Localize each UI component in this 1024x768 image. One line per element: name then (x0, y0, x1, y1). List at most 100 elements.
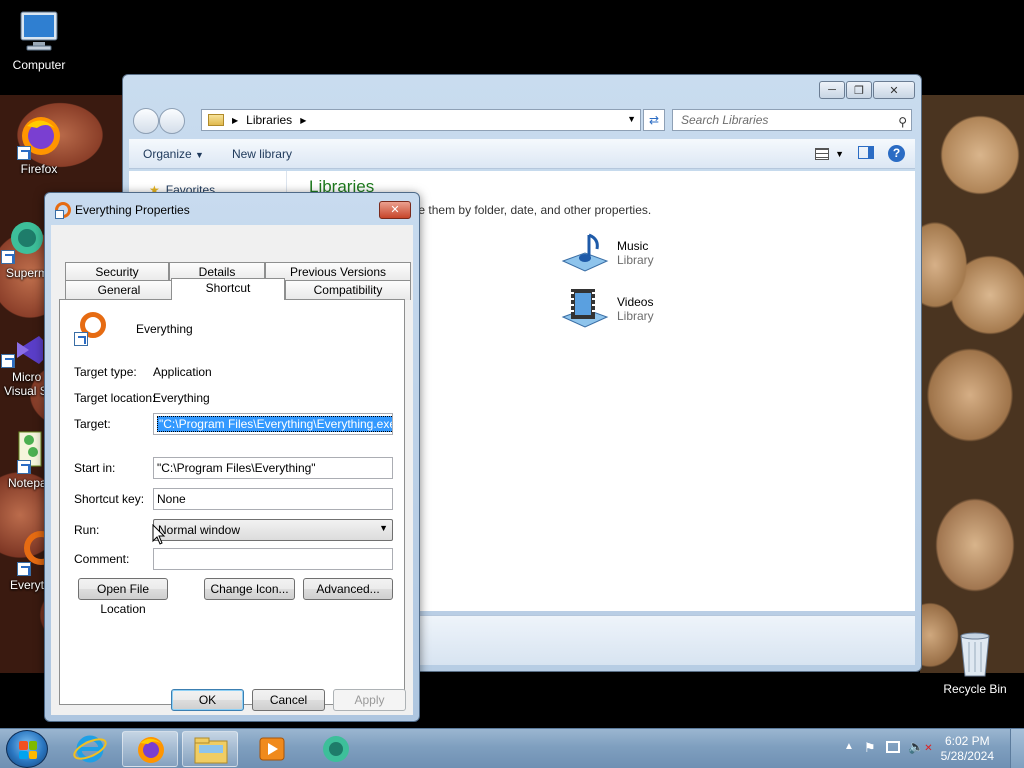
libraries-folder-icon (208, 114, 224, 126)
preview-pane-button[interactable] (858, 145, 874, 162)
run-select[interactable]: Normal window ▼ (153, 519, 393, 541)
folder-icon (194, 737, 228, 764)
shortcut-arrow-icon (17, 460, 31, 474)
taskbar-firefox[interactable] (122, 731, 178, 767)
music-library-icon (561, 231, 609, 275)
internet-explorer-icon (73, 735, 107, 763)
search-input[interactable]: Search Libraries ⚲ (672, 109, 912, 131)
organize-label: Organize (143, 146, 192, 161)
change-icon-button[interactable]: Change Icon... (204, 578, 295, 600)
desktop-icon-label: Firefox (20, 162, 58, 176)
advanced-button[interactable]: Advanced... (303, 578, 393, 600)
clock-time: 6:02 PM (944, 734, 990, 748)
navigation-bar: ▶ Libraries ▶ ▼ ⇄ Search Libraries ⚲ (131, 107, 913, 134)
shortcut-key-label: Shortcut key: (74, 492, 145, 506)
apply-button[interactable]: Apply (333, 689, 406, 711)
action-center-flag-icon[interactable]: ⚑ (864, 740, 876, 756)
forward-button[interactable] (159, 108, 185, 134)
start-button[interactable] (6, 730, 48, 768)
desktop-icon-computer[interactable]: Computer (0, 8, 78, 72)
refresh-button[interactable]: ⇄ (643, 109, 665, 131)
desktop-icon-firefox[interactable]: Firefox (0, 112, 78, 176)
target-value: "C:\Program Files\Everything\Everything.… (157, 416, 392, 432)
shortcut-arrow-icon (17, 562, 31, 576)
shortcut-key-value: None (157, 492, 186, 506)
windows-logo-icon (19, 741, 37, 759)
taskbar-superm[interactable] (306, 731, 362, 767)
organize-menu[interactable]: Organize ▼ (129, 147, 218, 161)
library-item-text: Videos Library (617, 295, 654, 323)
everything-app-icon (55, 202, 71, 219)
breadcrumb-libraries[interactable]: Libraries (246, 113, 292, 127)
target-label: Target: (74, 417, 111, 431)
library-item-text: Music Library (617, 239, 654, 267)
close-icon: ✕ (390, 204, 400, 216)
clock-date: 5/28/2024 (940, 749, 994, 763)
start-in-field[interactable]: "C:\Program Files\Everything" (153, 457, 393, 479)
superm-icon (0, 216, 47, 264)
refresh-icon: ⇄ (648, 113, 660, 127)
desktop-icon-recycle-bin[interactable]: Recycle Bin (936, 628, 1014, 696)
search-icon: ⚲ (898, 115, 907, 129)
separator (74, 352, 392, 353)
open-file-location-button[interactable]: Open File Location (78, 578, 168, 616)
taskbar-internet-explorer[interactable] (62, 731, 118, 767)
recycle-bin-icon (951, 628, 999, 680)
taskbar-windows-explorer[interactable] (182, 731, 238, 767)
library-item-videos[interactable]: Videos Library (561, 287, 654, 331)
desktop-icon-label: Recycle Bin (943, 682, 1007, 696)
tab-general[interactable]: General (65, 280, 173, 300)
tab-compatibility[interactable]: Compatibility (285, 280, 411, 300)
network-icon[interactable] (886, 741, 900, 753)
maximize-button[interactable]: ❐ (846, 81, 872, 99)
change-view-button[interactable]: ▼ (815, 147, 844, 160)
cancel-button[interactable]: Cancel (252, 689, 325, 711)
tab-shortcut[interactable]: Shortcut (171, 278, 285, 300)
logo-red (19, 741, 28, 750)
shortcut-name: Everything (136, 322, 193, 336)
button-label: Change Icon... (210, 582, 289, 596)
tab-security[interactable]: Security (65, 262, 169, 282)
shortcut-arrow-icon (17, 146, 31, 160)
help-button[interactable]: ? (888, 145, 905, 162)
dialog-close-button[interactable]: ✕ (379, 201, 411, 219)
back-button[interactable] (133, 108, 159, 134)
tab-previous-versions[interactable]: Previous Versions (265, 262, 411, 282)
library-item-name: Music (617, 239, 649, 253)
address-bar[interactable]: ▶ Libraries ▶ ▼ (201, 109, 641, 131)
breadcrumb-arrow-icon[interactable]: ▶ (300, 116, 306, 125)
firefox-icon (138, 737, 164, 763)
clock[interactable]: 6:02 PM 5/28/2024 (941, 734, 994, 764)
logo-yellow (28, 750, 37, 759)
new-library-button[interactable]: New library (218, 147, 306, 161)
system-tray: ▲ ⚑ 🔈✕ 6:02 PM 5/28/2024 (844, 729, 1024, 768)
command-bar: Organize ▼ New library ▼ ? (129, 139, 915, 169)
close-icon: ✕ (889, 84, 899, 97)
target-type-value: Application (153, 365, 212, 379)
minimize-button[interactable]: ─ (819, 81, 845, 99)
show-hidden-icons-icon[interactable]: ▲ (844, 741, 854, 752)
ok-button[interactable]: OK (171, 689, 244, 711)
firefox-icon (15, 112, 63, 160)
mouse-cursor-icon (152, 523, 166, 546)
shortcut-key-field[interactable]: None (153, 488, 393, 510)
comment-label: Comment: (74, 552, 130, 566)
tab-label: Shortcut (205, 281, 251, 295)
library-item-music[interactable]: Music Library (561, 231, 654, 275)
properties-dialog[interactable]: Everything Properties ✕ Security Details… (44, 192, 420, 722)
taskbar-media-player[interactable] (244, 731, 300, 767)
shortcut-arrow-icon (1, 250, 15, 264)
volume-muted-icon[interactable]: 🔈✕ (908, 739, 933, 755)
comment-field[interactable] (153, 548, 393, 570)
target-field[interactable]: "C:\Program Files\Everything\Everything.… (153, 413, 393, 435)
close-button[interactable]: ✕ (873, 81, 915, 99)
breadcrumb-arrow-icon: ▶ (232, 115, 239, 125)
taskbar: ▲ ⚑ 🔈✕ 6:02 PM 5/28/2024 (0, 728, 1024, 768)
help-icon: ? (888, 145, 905, 162)
address-dropdown-icon[interactable]: ▼ (627, 114, 636, 124)
logo-blue (19, 750, 28, 759)
chevron-down-icon: ▼ (379, 523, 388, 533)
show-desktop-button[interactable] (1010, 729, 1024, 768)
videos-library-icon (561, 287, 609, 331)
chevron-down-icon: ▼ (195, 149, 204, 160)
